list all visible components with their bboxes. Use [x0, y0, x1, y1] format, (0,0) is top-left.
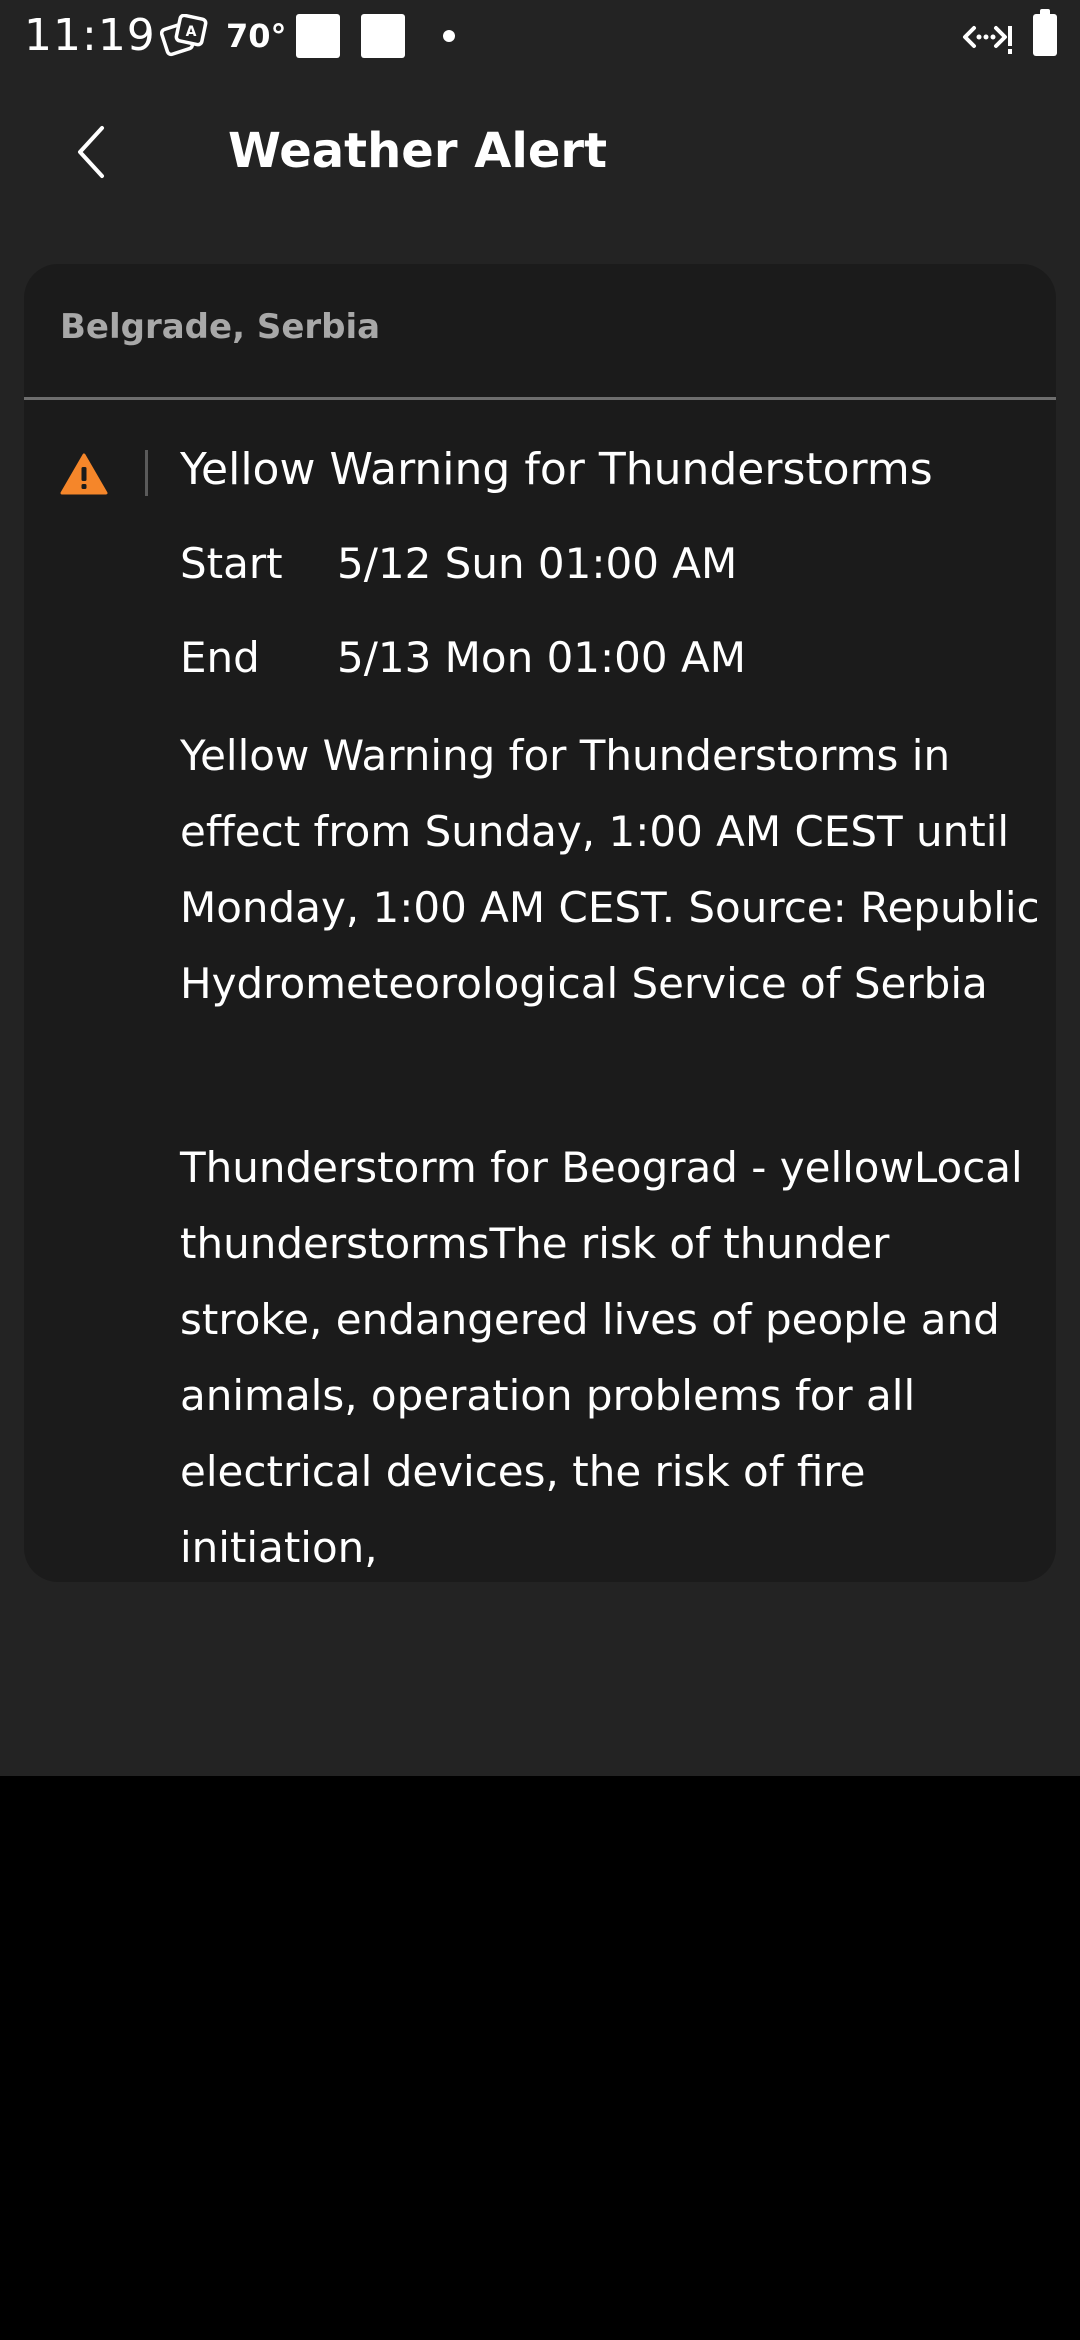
start-value: 5/12 Sun 01:00 AM [337, 539, 738, 588]
chevron-left-icon [78, 126, 104, 178]
app-bar: Weather Alert [0, 90, 1080, 220]
battery-icon [1033, 9, 1057, 56]
end-value: 5/13 Mon 01:00 AM [337, 633, 746, 682]
icon-separator [145, 450, 148, 496]
alert-title: Yellow Warning for Thunderstorms [180, 444, 933, 495]
alert-summary: Yellow Warning for Thunderstorms in effe… [180, 731, 1040, 1008]
alert-detail: Thunderstorm for Beograd - yellowLocal t… [180, 1143, 1023, 1572]
alert-card: Belgrade, Serbia Yellow Warning for Thun… [24, 264, 1056, 1582]
notification-square-icon [361, 14, 405, 58]
dot-icon [443, 30, 455, 42]
status-bar: 11:19 A 70° [0, 0, 1080, 72]
svg-text:A: A [186, 24, 197, 40]
translate-icon: A [160, 14, 208, 57]
network-icon [963, 26, 1012, 54]
end-label: End [180, 633, 260, 682]
status-temperature: 70° [226, 17, 287, 55]
weather-alert-screen: 11:19 A 70° Weather Alert Belgrade, Serb… [0, 0, 1080, 1776]
page-title: Weather Alert [228, 123, 608, 179]
warning-triangle-icon [60, 453, 108, 495]
status-time: 11:19 [24, 10, 156, 61]
card-divider [24, 397, 1056, 400]
back-button[interactable] [52, 112, 132, 192]
notification-square-icon [296, 14, 340, 58]
alert-location: Belgrade, Serbia [60, 307, 381, 347]
start-label: Start [180, 539, 283, 588]
